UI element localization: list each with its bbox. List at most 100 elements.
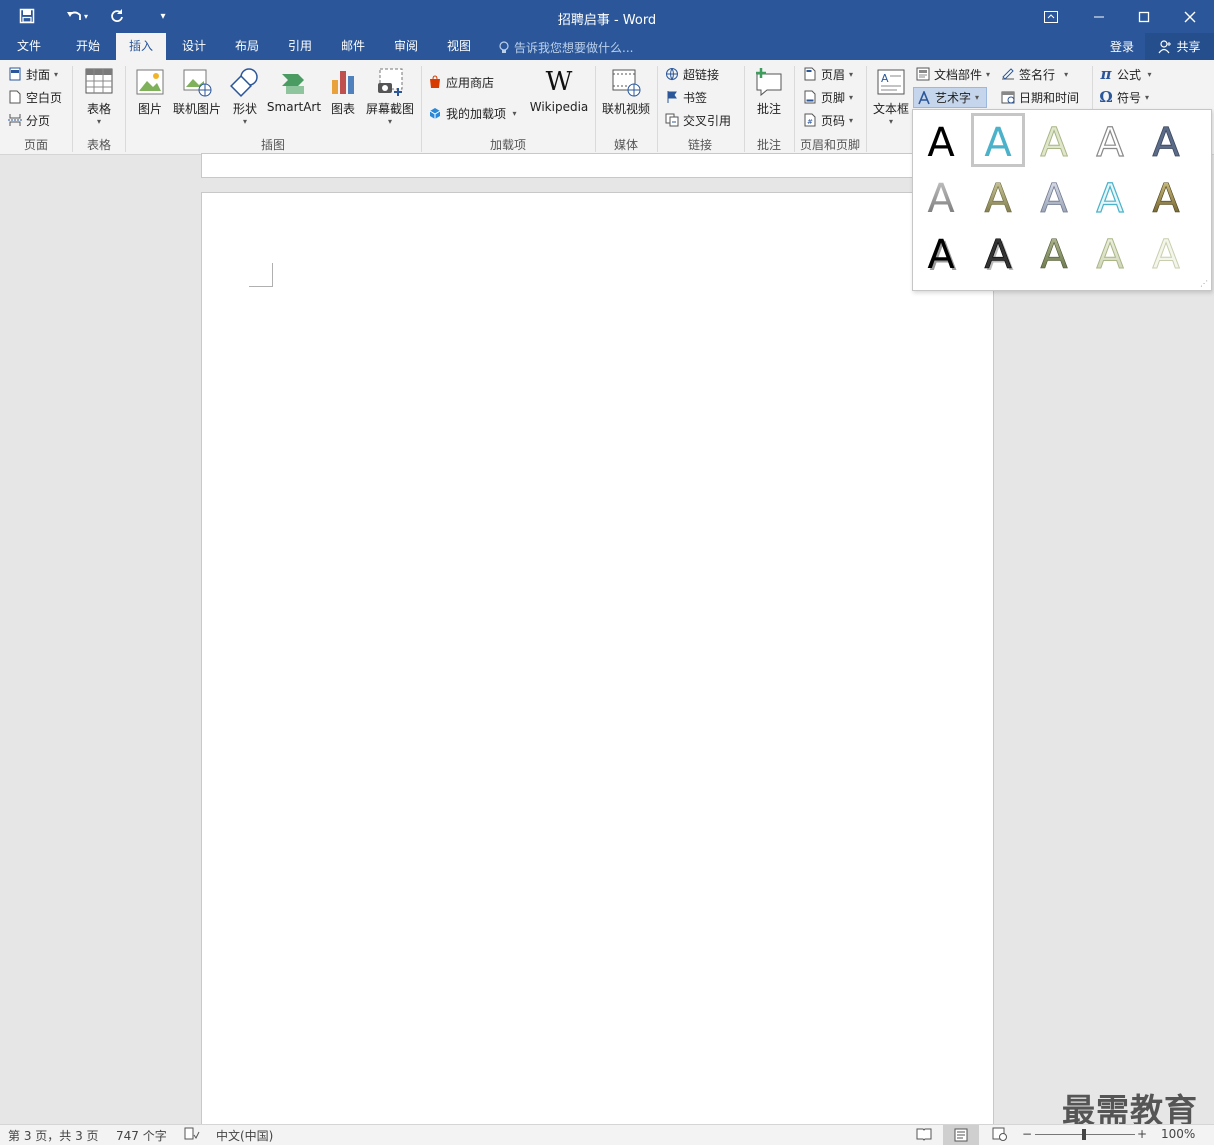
- page-count[interactable]: 第 3 页，共 3 页: [8, 1127, 99, 1144]
- wordart-style-4[interactable]: A: [1083, 113, 1137, 167]
- svg-text:#: #: [807, 118, 813, 126]
- bookmark-label: 书签: [683, 90, 708, 105]
- page-break-icon: [8, 114, 22, 126]
- store-button[interactable]: 应用商店: [428, 72, 494, 92]
- proofing-icon[interactable]: [184, 1127, 200, 1144]
- tab-insert[interactable]: 插入: [116, 33, 166, 60]
- wordart-style-9[interactable]: A: [1083, 169, 1137, 223]
- quick-parts-button[interactable]: 文档部件 ▾: [916, 64, 990, 84]
- comment-button[interactable]: 批注: [750, 66, 788, 117]
- page-number-icon: #: [804, 113, 816, 127]
- wordart-style-10[interactable]: A: [1139, 169, 1193, 223]
- word-count[interactable]: 747 个字: [116, 1127, 167, 1144]
- tab-mailings[interactable]: 邮件: [328, 33, 378, 60]
- smartart-button[interactable]: SmartArt: [266, 66, 322, 114]
- chart-icon: [332, 71, 354, 94]
- group-media-label: 媒体: [613, 138, 638, 152]
- symbol-button[interactable]: Ω 符号 ▾: [1099, 87, 1149, 107]
- table-label: 表格: [86, 102, 111, 116]
- addins-icon: [429, 108, 441, 119]
- symbol-label: 符号: [1117, 90, 1142, 105]
- tab-design[interactable]: 设计: [169, 33, 219, 60]
- wordart-style-15[interactable]: A: [1139, 225, 1193, 279]
- cross-reference-button[interactable]: 交叉引用: [665, 110, 731, 130]
- wordart-style-1[interactable]: A: [914, 113, 968, 167]
- print-layout-icon[interactable]: [943, 1125, 979, 1145]
- footer-button[interactable]: 页脚 ▾: [803, 87, 853, 107]
- my-addins-button[interactable]: 我的加载项 ▾: [428, 103, 517, 123]
- cross-reference-label: 交叉引用: [683, 113, 732, 128]
- footer-label: 页脚: [821, 90, 846, 105]
- ribbon-display-icon[interactable]: [1028, 0, 1074, 33]
- maximize-icon[interactable]: [1121, 0, 1167, 33]
- lightbulb-icon: [499, 40, 509, 53]
- close-icon[interactable]: [1167, 0, 1213, 33]
- quick-parts-label: 文档部件: [934, 67, 983, 82]
- hyperlink-icon: [666, 68, 678, 81]
- tab-review[interactable]: 审阅: [381, 33, 431, 60]
- header-button[interactable]: 页眉 ▾: [803, 64, 853, 84]
- separator: [657, 66, 658, 152]
- status-bar: 第 3 页，共 3 页 747 个字 中文(中国) − + 100%: [0, 1124, 1214, 1145]
- zoom-slider-thumb[interactable]: [1082, 1129, 1086, 1140]
- signature-line-button[interactable]: 签名行 ▾: [1001, 64, 1068, 84]
- wikipedia-label: Wikipedia: [529, 100, 589, 114]
- wordart-style-3[interactable]: A: [1027, 113, 1081, 167]
- wordart-style-11[interactable]: AA: [914, 225, 968, 279]
- equation-label: 公式: [1117, 67, 1142, 82]
- wordart-icon: [918, 90, 930, 104]
- wordart-style-5[interactable]: A: [1139, 113, 1193, 167]
- header-label: 页眉: [821, 67, 846, 82]
- wordart-style-8[interactable]: A: [1027, 169, 1081, 223]
- cover-page-button[interactable]: 封面 ▾: [8, 64, 58, 84]
- tell-me-search[interactable]: 告诉我您想要做什么...: [498, 39, 633, 56]
- wordart-style-6[interactable]: A: [914, 169, 968, 223]
- hyperlink-button[interactable]: 超链接: [665, 64, 719, 84]
- wordart-style-12[interactable]: AA: [971, 225, 1025, 279]
- wordart-style-14[interactable]: A: [1083, 225, 1137, 279]
- tab-file[interactable]: 文件: [4, 33, 54, 60]
- wordart-style-13[interactable]: A: [1027, 225, 1081, 279]
- svg-text:A: A: [1096, 232, 1124, 276]
- textbox-icon: A: [877, 69, 905, 95]
- online-video-button[interactable]: 联机视频: [600, 66, 652, 117]
- chart-button[interactable]: 图表: [326, 66, 360, 117]
- equation-button[interactable]: π 公式 ▾: [1099, 64, 1152, 84]
- tab-layout[interactable]: 布局: [222, 33, 272, 60]
- language[interactable]: 中文(中国): [216, 1127, 273, 1144]
- smartart-icon: [282, 74, 304, 94]
- screenshot-button[interactable]: 屏幕截图 ▾: [364, 66, 416, 126]
- zoom-in-icon[interactable]: +: [1137, 1127, 1147, 1141]
- ribbon-tabs: 文件 开始 插入 设计 布局 引用 邮件 审阅 视图 告诉我您想要做什么... …: [0, 33, 1214, 60]
- textbox-button[interactable]: A 文本框 ▾: [870, 66, 912, 126]
- table-button[interactable]: 表格 ▾: [80, 66, 118, 126]
- date-time-button[interactable]: 日期和时间: [1001, 87, 1079, 107]
- blank-page-button[interactable]: 空白页: [8, 87, 62, 107]
- bookmark-button[interactable]: 书签: [665, 87, 707, 107]
- zoom-level[interactable]: 100%: [1161, 1127, 1195, 1141]
- document-page[interactable]: [201, 192, 994, 1132]
- tab-references[interactable]: 引用: [275, 33, 325, 60]
- read-mode-icon[interactable]: [916, 1127, 932, 1144]
- hyperlink-label: 超链接: [683, 67, 720, 82]
- wordart-button[interactable]: 艺术字 ▾: [913, 87, 987, 108]
- online-picture-label: 联机图片: [172, 102, 221, 116]
- separator: [866, 66, 867, 152]
- web-layout-icon[interactable]: [992, 1127, 1008, 1144]
- login-link[interactable]: 登录: [1110, 38, 1134, 55]
- minimize-icon[interactable]: [1076, 0, 1122, 33]
- tab-home[interactable]: 开始: [63, 33, 113, 60]
- picture-button[interactable]: 图片: [133, 66, 167, 117]
- my-addins-label: 我的加载项: [446, 106, 507, 121]
- page-break-button[interactable]: 分页: [8, 110, 50, 130]
- tab-view[interactable]: 视图: [434, 33, 484, 60]
- wikipedia-button[interactable]: W Wikipedia: [528, 66, 590, 114]
- share-button[interactable]: 共享: [1145, 33, 1214, 60]
- wordart-style-7[interactable]: A: [971, 169, 1025, 223]
- resize-grip-icon[interactable]: ⋰: [1200, 279, 1208, 288]
- zoom-out-icon[interactable]: −: [1022, 1127, 1032, 1141]
- shapes-button[interactable]: 形状 ▾: [226, 66, 264, 126]
- page-number-button[interactable]: # 页码 ▾: [803, 110, 853, 130]
- wordart-style-2[interactable]: A: [971, 113, 1025, 167]
- online-picture-button[interactable]: 联机图片: [172, 66, 222, 117]
